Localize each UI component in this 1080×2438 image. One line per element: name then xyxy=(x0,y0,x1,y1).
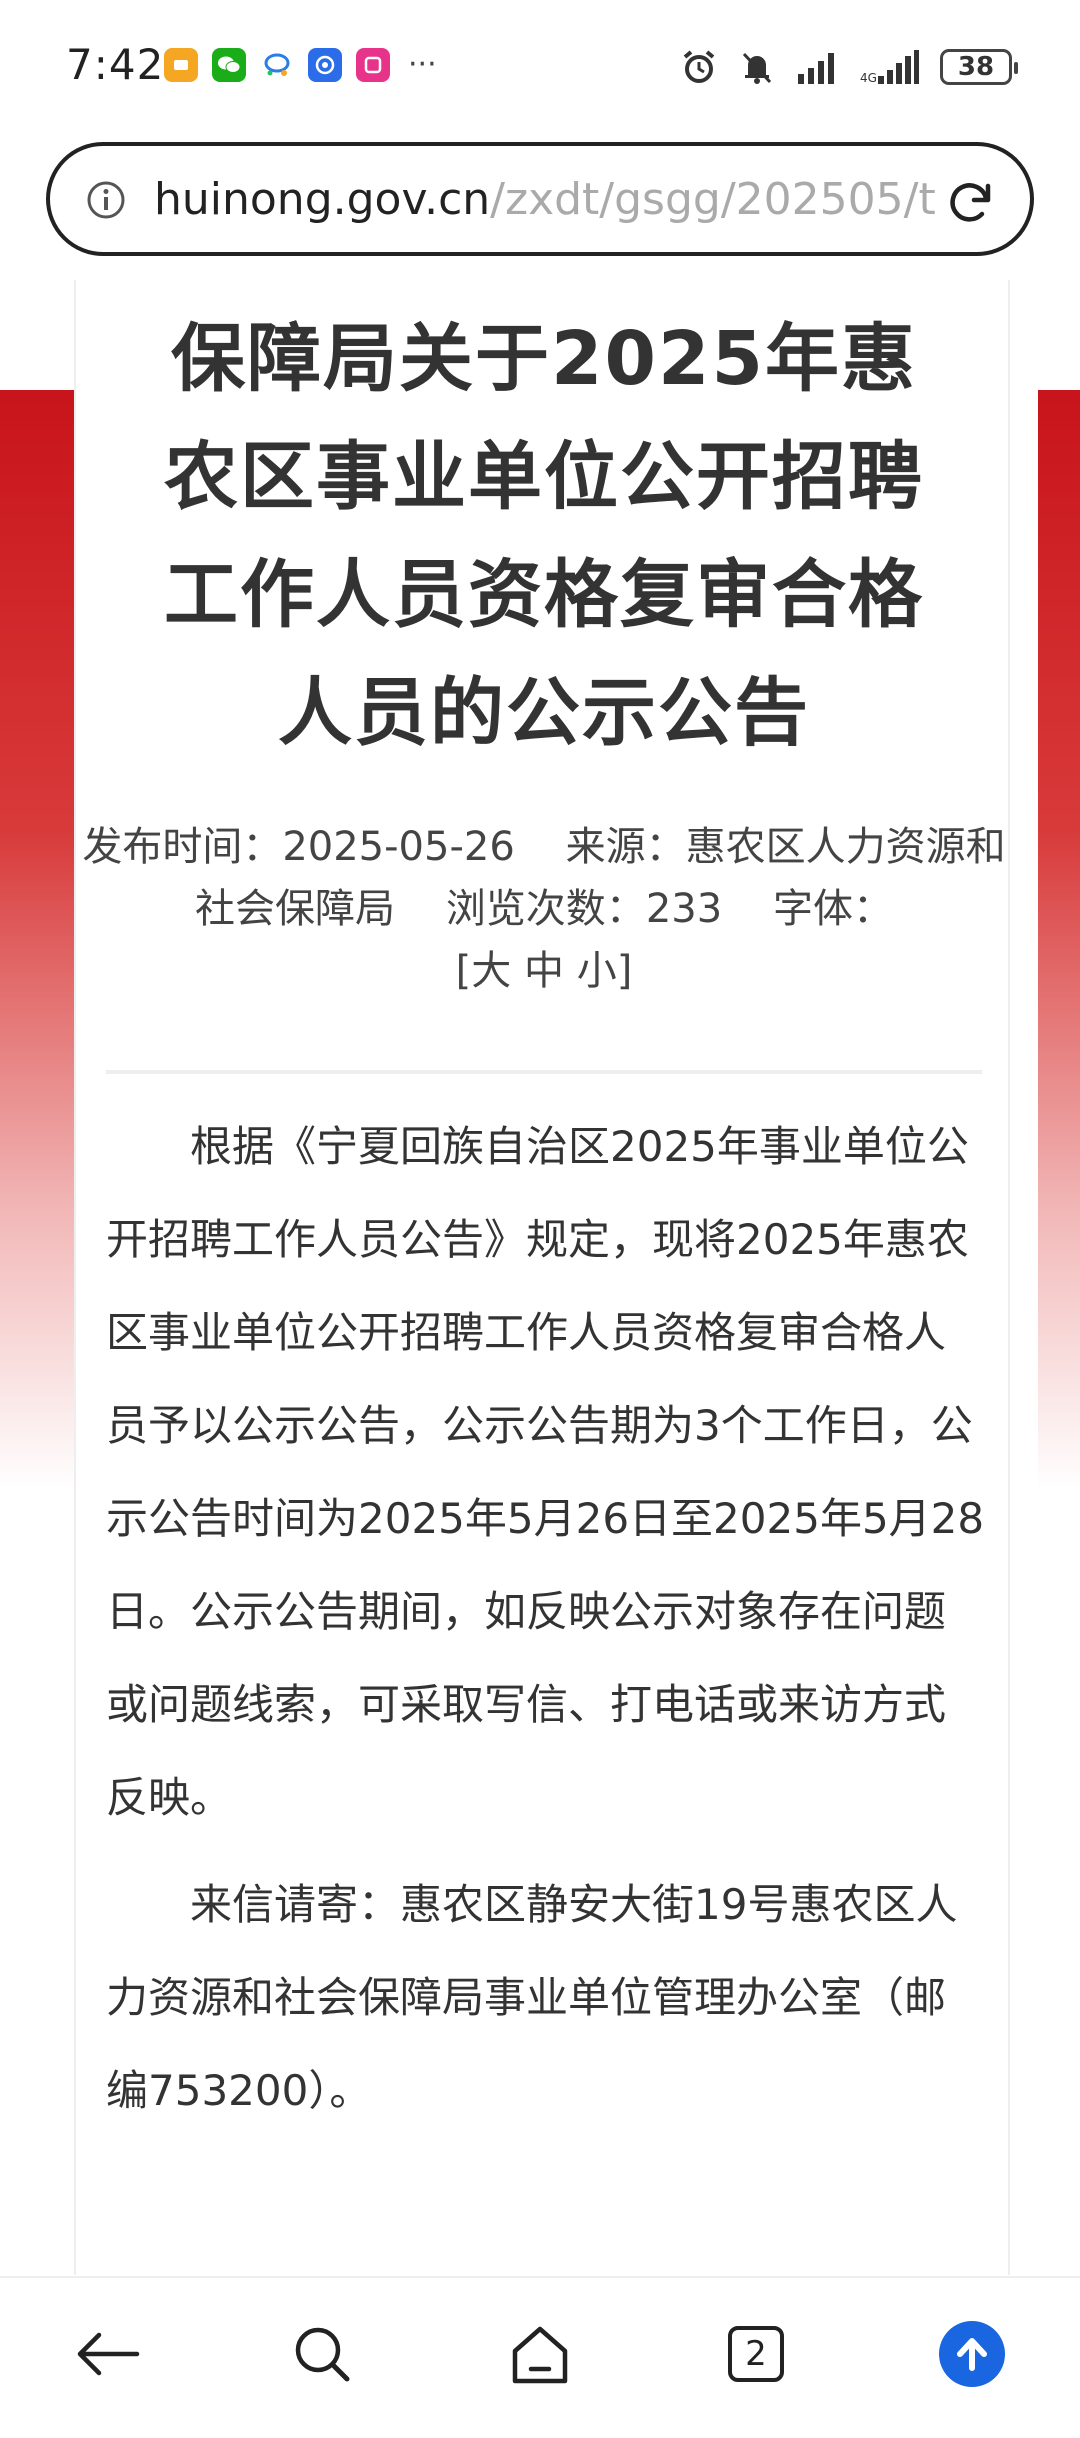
url-host: huinong.gov.cn xyxy=(154,174,491,225)
paragraph: 根据《宁夏回族自治区2025年事业单位公开招聘工作人员公告》规定，现将2025年… xyxy=(106,1122,985,1822)
svg-text:4G: 4G xyxy=(860,71,877,84)
pink-app-icon xyxy=(356,48,390,82)
article-meta: 发布时间：2025-05-26 来源：惠农区人力资源和社会保障局 浏览次数：23… xyxy=(76,816,1008,1002)
article-title: 保障局关于2025年惠 农区事业单位公开招聘 工作人员资格复审合格 人员的公示公… xyxy=(76,300,1008,772)
title-line: 工作人员资格复审合格 xyxy=(164,552,924,638)
up-arrow-icon xyxy=(939,2321,1005,2387)
chat-bubble-icon xyxy=(260,48,294,82)
tab-count: 2 xyxy=(728,2326,784,2382)
font-size-switcher[interactable]: [大 中 小] xyxy=(456,948,633,994)
notes-app-icon xyxy=(164,48,198,82)
url-path: /zxdt/gsgg/202505/t xyxy=(490,174,936,225)
title-line: 人员的公示公告 xyxy=(278,670,810,756)
bottom-nav: 2 xyxy=(0,2276,1080,2438)
publish-date: 2025-05-26 xyxy=(282,824,515,870)
tabs-button[interactable]: 2 xyxy=(718,2316,794,2392)
article-card: 保障局关于2025年惠 农区事业单位公开招聘 工作人员资格复审合格 人员的公示公… xyxy=(74,280,1010,2275)
search-button[interactable] xyxy=(284,2316,360,2392)
back-button[interactable] xyxy=(70,2316,146,2392)
views-label: 浏览次数： xyxy=(445,886,646,932)
font-size-label: 字体： xyxy=(773,886,894,932)
title-line: 保障局关于2025年惠 xyxy=(171,316,917,402)
blue-app-icon xyxy=(308,48,342,82)
alarm-icon xyxy=(683,50,715,83)
home-button[interactable] xyxy=(502,2316,578,2392)
info-icon[interactable] xyxy=(86,180,126,220)
status-bar: 7:42 ··· 4G 38 xyxy=(0,0,1080,132)
notification-icons: ··· xyxy=(164,48,437,82)
banner-background-left xyxy=(0,390,80,1490)
reload-icon[interactable] xyxy=(944,176,996,228)
back-arrow-icon xyxy=(77,2332,140,2376)
publish-label: 发布时间： xyxy=(82,824,283,870)
home-icon xyxy=(512,2326,568,2384)
mute-bell-icon xyxy=(742,52,772,84)
article-body: 根据《宁夏回族自治区2025年事业单位公开招聘工作人员公告》规定，现将2025年… xyxy=(106,1100,986,2137)
scroll-top-button[interactable] xyxy=(934,2316,1010,2392)
address-bar[interactable]: huinong.gov.cn/zxdt/gsgg/202505/t xyxy=(46,142,1034,256)
source-label: 来源： xyxy=(565,824,686,870)
more-notifications: ··· xyxy=(408,47,437,82)
banner-background-right xyxy=(1038,390,1080,1490)
meta-divider xyxy=(106,1070,982,1074)
signal-hd-icon: 4G xyxy=(860,50,919,84)
system-indicators: 4G 38 xyxy=(680,48,1018,86)
title-line: 农区事业单位公开招聘 xyxy=(164,434,924,520)
search-icon xyxy=(295,2327,350,2382)
battery-indicator: 38 xyxy=(940,49,1018,85)
paragraph: 来信请寄：惠农区静安大街19号惠农区人力资源和社会保障局事业单位管理办公室（邮编… xyxy=(106,1880,958,2115)
views-value: 233 xyxy=(645,886,723,932)
status-time: 7:42 xyxy=(66,40,165,89)
wechat-icon xyxy=(212,48,246,82)
url-text[interactable]: huinong.gov.cn/zxdt/gsgg/202505/t xyxy=(154,174,954,225)
signal-icon xyxy=(798,53,834,84)
